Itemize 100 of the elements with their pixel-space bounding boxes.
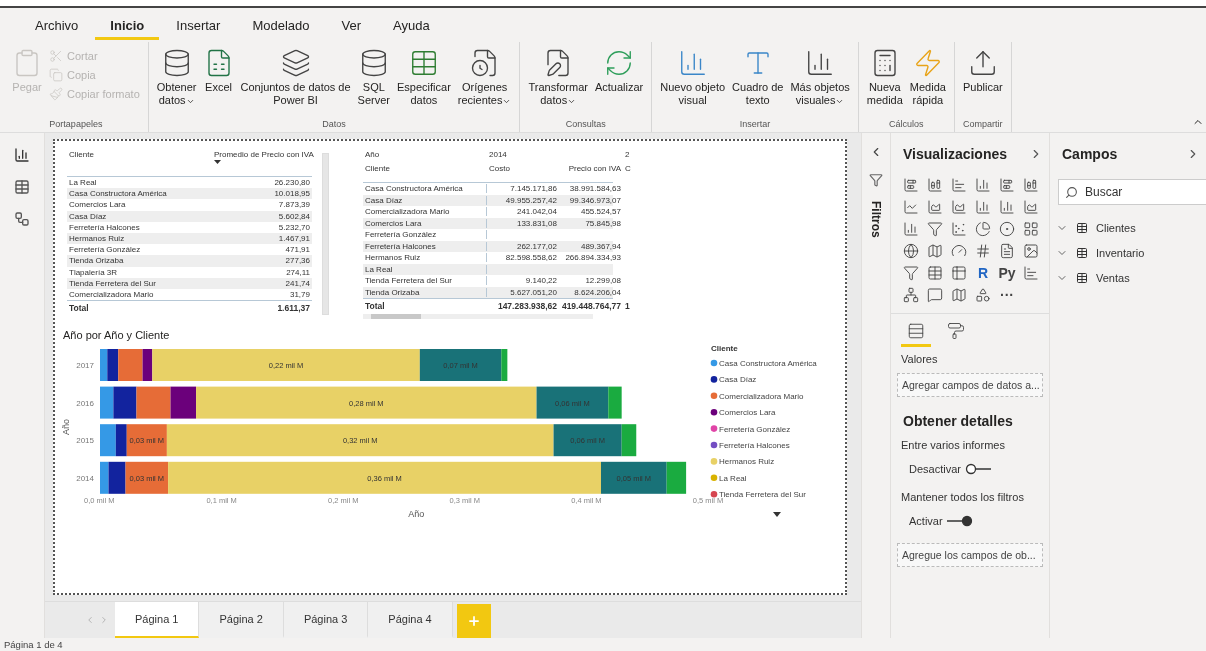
- total-cell-text: 147.283.938,62: [496, 300, 558, 311]
- ribbon-tab[interactable]: Modelado: [237, 14, 325, 40]
- table-cell-text: 262.177,02: [515, 241, 558, 251]
- table-cell-text: 277,36: [284, 256, 311, 266]
- table-cell-text: 49.955.257,42: [504, 195, 558, 205]
- grid-icon[interactable]: [1021, 219, 1041, 239]
- field-table-item[interactable]: Clientes: [1050, 215, 1206, 240]
- table-cell: Ferretería González: [363, 230, 487, 240]
- report-view-icon[interactable]: [14, 147, 30, 163]
- ribbon-button[interactable]: Especificar datos: [395, 46, 453, 109]
- setting-label: Entre varios informes: [900, 438, 1006, 451]
- filter-icon[interactable]: [901, 263, 921, 283]
- page-tab[interactable]: Página 2: [199, 602, 284, 638]
- column-header[interactable]: Cliente: [363, 164, 487, 173]
- table-cell-text: 489.367,94: [579, 241, 622, 251]
- table-cell: Hermanos Ruiz: [363, 253, 487, 263]
- column-header[interactable]: Cliente: [67, 150, 212, 159]
- ribbon-tab[interactable]: Inicio: [95, 14, 160, 40]
- table-cell-text: 455.524,57: [579, 207, 622, 217]
- page-tab[interactable]: Página 1: [115, 602, 200, 638]
- ribbon-button[interactable]: Nuevo objeto visual: [658, 46, 728, 109]
- ribbon-button[interactable]: Transformar datos: [526, 46, 590, 109]
- search-icon: [1065, 186, 1078, 199]
- toggle-label: Desactivar: [909, 463, 961, 475]
- toggle-switch[interactable]: [964, 463, 991, 475]
- ribbon-button[interactable]: Orígenes recientes: [455, 46, 514, 109]
- visual-button[interactable]: R: [973, 263, 993, 283]
- column-header[interactable]: Precio con IVA: [559, 164, 623, 173]
- table-cell-text: 10.018,95: [273, 189, 311, 199]
- speech-bubble-icon[interactable]: [925, 285, 945, 305]
- ribbon-button[interactable]: Más objetos visuales: [788, 46, 852, 109]
- drop-zone[interactable]: Agregar campos de datos a...: [897, 373, 1043, 397]
- ribbon-button[interactable]: Cuadro de texto: [730, 46, 786, 109]
- search-field[interactable]: Buscar: [1058, 179, 1206, 205]
- toggle-label: Activar: [909, 515, 943, 527]
- table-cell-text: 5.602,84: [277, 211, 311, 221]
- legend-label: Comercializadora Mario: [719, 391, 804, 401]
- ribbon-tab[interactable]: Insertar: [161, 14, 236, 40]
- drop-zone[interactable]: Agregue los campos de ob...: [897, 543, 1043, 567]
- group-label: Portapapeles: [48, 119, 104, 131]
- table-cell-text: 241,74: [284, 278, 311, 288]
- legend-label: Hermanos Ruiz: [719, 457, 775, 467]
- group-label: Insertar: [738, 119, 772, 131]
- shapes-icon[interactable]: [973, 285, 993, 305]
- group-label: Cálculos: [888, 119, 925, 131]
- ribbon-button[interactable]: Nueva medida: [864, 46, 905, 109]
- ribbon-button[interactable]: Actualizar: [592, 46, 646, 96]
- page-tab[interactable]: Página 4: [368, 602, 453, 638]
- axis-label: 2014: [76, 473, 94, 483]
- table-cell: La Real: [363, 264, 487, 274]
- column-header[interactable]: 2014: [487, 150, 559, 162]
- ribbon-button[interactable]: Excel: [201, 46, 236, 96]
- filters-label[interactable]: Filtros: [869, 201, 883, 238]
- ribbon-tab[interactable]: Archivo: [20, 14, 94, 40]
- toggle-switch[interactable]: [946, 515, 973, 527]
- column-header[interactable]: 2: [623, 150, 635, 162]
- axis-label: 2015: [76, 436, 94, 446]
- table-icon[interactable]: [925, 263, 945, 283]
- table-icon: [1076, 221, 1088, 234]
- field-table-item[interactable]: Inventario: [1050, 240, 1206, 265]
- network-icon[interactable]: [901, 285, 921, 305]
- column-header[interactable]: C: [623, 164, 635, 173]
- globe-icon[interactable]: [901, 241, 921, 261]
- axis-title: Año: [408, 509, 425, 519]
- table-view-icon[interactable]: [14, 179, 30, 195]
- field-table-item[interactable]: Ventas: [1050, 265, 1206, 290]
- scrollbar[interactable]: [363, 314, 593, 319]
- table-cell: Comercializadora Mario: [363, 207, 487, 217]
- scrollbar[interactable]: [322, 153, 329, 315]
- ribbon-tab[interactable]: Ver: [326, 14, 376, 40]
- column-header[interactable]: Promedio de Precio con IVA: [212, 150, 312, 159]
- model-view-icon[interactable]: [14, 211, 30, 227]
- ribbon-button[interactable]: Medida rápida: [907, 46, 948, 109]
- table-cell-text: 12.299,08: [584, 276, 622, 286]
- table-icon[interactable]: [949, 263, 969, 283]
- table-cell-text: Hermanos Ruiz: [68, 234, 126, 244]
- table-cell-text: 7.145.171,86: [509, 184, 558, 194]
- visual-button[interactable]: Py: [997, 263, 1017, 283]
- ribbon-button[interactable]: Publicar: [960, 46, 1005, 96]
- column-header[interactable]: Costo: [487, 164, 559, 173]
- page-tab[interactable]: Página 3: [283, 602, 369, 638]
- pane-title: Visualizaciones: [903, 146, 1007, 162]
- table-cell-text: Comercializadora Mario: [68, 289, 155, 299]
- section-title: Obtener detalles: [902, 412, 1014, 431]
- ribbon-button[interactable]: Obtener datos: [154, 46, 199, 109]
- legend-title: Cliente: [711, 344, 738, 353]
- pie-chart-icon[interactable]: [973, 219, 993, 239]
- table-cell: Casa Constructora América: [363, 184, 487, 194]
- donut-icon[interactable]: [997, 219, 1017, 239]
- scroll-down-icon[interactable]: [773, 512, 781, 517]
- total-cell-text: Total: [364, 300, 386, 311]
- ribbon-tab[interactable]: Ayuda: [378, 14, 445, 40]
- funnel-icon[interactable]: [925, 219, 945, 239]
- ribbon-button[interactable]: Conjuntos de datos de Power BI: [238, 46, 353, 109]
- visual-button[interactable]: ···: [997, 285, 1017, 305]
- pane-title: Campos: [1062, 146, 1118, 162]
- column-header[interactable]: Año: [363, 150, 487, 162]
- table-cell-text: 75.845,98: [584, 218, 622, 228]
- image-icon[interactable]: [1021, 241, 1041, 261]
- ribbon-button[interactable]: SQL Server: [355, 46, 392, 109]
